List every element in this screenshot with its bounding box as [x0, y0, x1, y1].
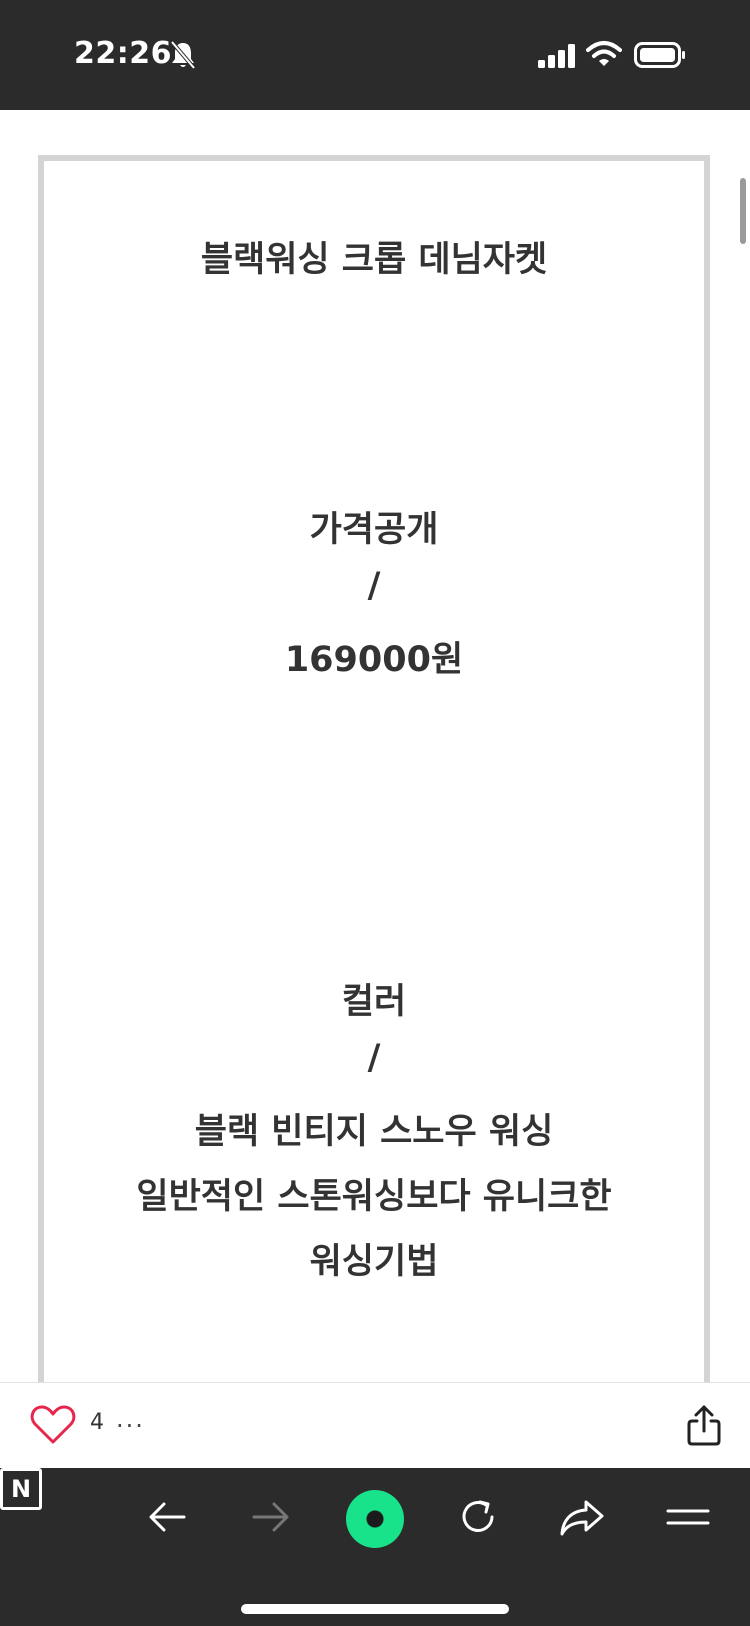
- scrollbar-thumb[interactable]: [740, 178, 746, 244]
- home-indicator[interactable]: [241, 1604, 509, 1614]
- status-bar: 22:26: [0, 0, 750, 110]
- price-label: 가격공개: [309, 510, 439, 550]
- share-arrow-icon[interactable]: [558, 1492, 606, 1542]
- forward-arrow-icon[interactable]: [250, 1492, 292, 1542]
- price-separator: /: [367, 566, 381, 606]
- color-value: 블랙 빈티지 스노우 워싱: [194, 1112, 554, 1152]
- color-description: 일반적인 스톤워싱보다 유니크한: [136, 1177, 612, 1217]
- like-count: 4: [90, 1410, 104, 1435]
- status-time: 22:26: [74, 36, 172, 71]
- color-description-cont: 워싱기법: [309, 1242, 439, 1282]
- signal-icon: [538, 44, 575, 68]
- share-icon[interactable]: [686, 1403, 722, 1447]
- reload-icon[interactable]: [456, 1492, 500, 1542]
- wifi-icon: [586, 41, 622, 66]
- green-dot-button[interactable]: [346, 1490, 404, 1548]
- post-content-area[interactable]: 블랙워싱 크롭 데님자켓 가격공개 / 169000원 컬러 / 블랙 빈티지 …: [0, 110, 750, 1382]
- back-arrow-icon[interactable]: [146, 1492, 188, 1542]
- battery-icon: [634, 42, 685, 68]
- menu-icon[interactable]: [666, 1492, 710, 1542]
- price-value: 169000원: [284, 640, 464, 680]
- post-body-frame: 블랙워싱 크롭 데님자켓 가격공개 / 169000원 컬러 / 블랙 빈티지 …: [38, 155, 710, 1382]
- bell-off-icon: [170, 40, 196, 70]
- browser-toolbar: N: [0, 1468, 750, 1626]
- color-label: 컬러: [341, 982, 407, 1022]
- naver-home-button[interactable]: N: [0, 1468, 42, 1510]
- more-options-button[interactable]: ...: [116, 1405, 145, 1433]
- post-title: 블랙워싱 크롭 데님자켓: [200, 240, 548, 280]
- color-separator: /: [367, 1038, 381, 1078]
- post-action-bar: 4 ...: [0, 1382, 750, 1468]
- heart-icon[interactable]: [30, 1405, 76, 1445]
